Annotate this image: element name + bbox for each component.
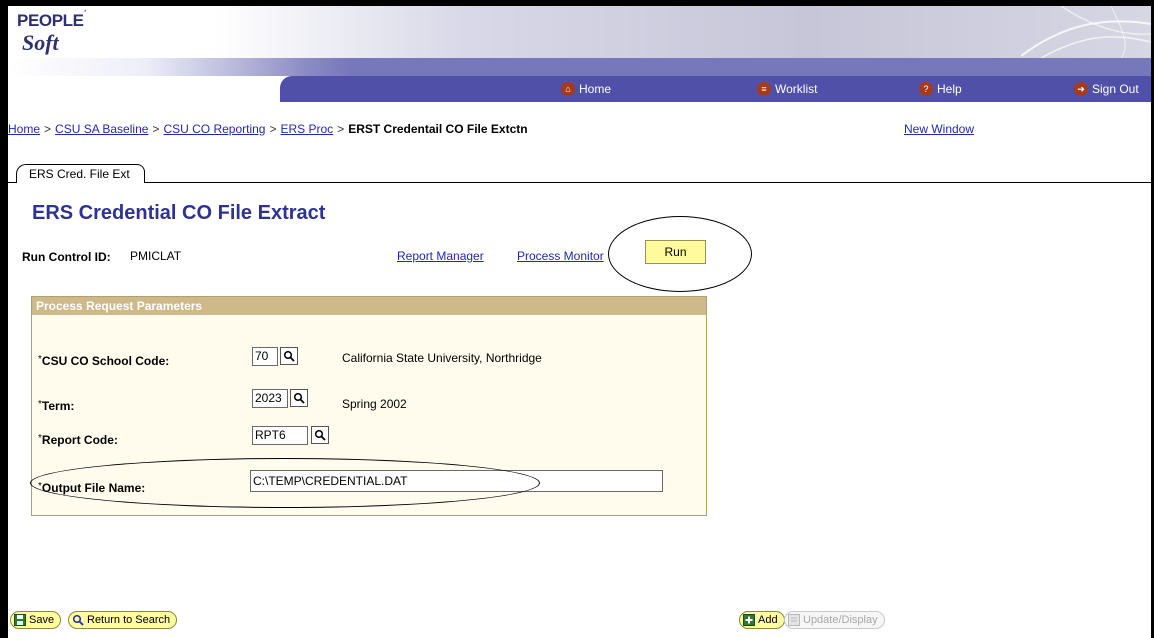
add-icon (743, 614, 755, 626)
run-button[interactable]: Run (645, 240, 706, 264)
run-control-label: Run Control ID: (22, 250, 111, 264)
svg-text:Soft: Soft (22, 30, 60, 55)
tab-divider (8, 182, 1151, 183)
process-monitor-link[interactable]: Process Monitor (517, 249, 604, 263)
term-label: *Term: (38, 399, 74, 413)
add-button[interactable]: Add (739, 611, 785, 629)
breadcrumb-ers-proc[interactable]: ERS Proc (281, 122, 334, 136)
lookup-magnifier-icon (293, 392, 305, 404)
worklist-icon: ≡ (757, 82, 771, 96)
school-code-label: *CSU CO School Code: (38, 354, 169, 368)
lookup-magnifier-icon (314, 429, 326, 441)
tab-ers-cred-file-ext[interactable]: ERS Cred. File Ext (16, 164, 145, 183)
header-gradient-bar (8, 58, 1151, 76)
new-window-link[interactable]: New Window (904, 122, 974, 136)
output-file-name-label-text: Output File Name: (41, 481, 146, 495)
window-frame-left (0, 0, 8, 638)
return-to-search-label: Return to Search (87, 614, 171, 626)
help-icon: ? (919, 82, 933, 96)
breadcrumb-csu-co-reporting[interactable]: CSU CO Reporting (163, 122, 265, 136)
update-display-button[interactable]: Update/Display (784, 611, 885, 629)
school-code-lookup-button[interactable] (280, 347, 298, 365)
report-manager-link[interactable]: Report Manager (397, 249, 484, 263)
breadcrumb-csu-sa-baseline[interactable]: CSU SA Baseline (55, 122, 148, 136)
school-code-input[interactable]: 70 (252, 347, 278, 366)
nav-home-label: Home (579, 82, 612, 96)
nav-sign-out[interactable]: ➜ Sign Out (1074, 80, 1139, 98)
nav-sign-out-label: Sign Out (1092, 82, 1139, 96)
group-header: Process Request Parameters (32, 297, 706, 315)
term-description: Spring 2002 (342, 397, 407, 411)
svg-text:*: * (84, 10, 87, 16)
breadcrumb-current: ERST Credentail CO File Extctn (348, 122, 528, 136)
report-code-label: *Report Code: (38, 433, 118, 447)
nav-worklist[interactable]: ≡ Worklist (757, 80, 817, 98)
school-code-description: California State University, Northridge (342, 351, 542, 365)
return-to-search-button[interactable]: Return to Search (68, 611, 178, 629)
output-file-name-label: *Output File Name: (38, 481, 145, 495)
report-code-label-text: Report Code: (41, 433, 118, 447)
home-icon: ⌂ (561, 82, 575, 96)
lookup-magnifier-icon (283, 350, 295, 362)
output-file-name-input[interactable]: C:\TEMP\CREDENTIAL.DAT (250, 470, 663, 492)
breadcrumb: Home > CSU SA Baseline > CSU CO Reporting > ER… (8, 122, 528, 136)
page-title: ERS Credential CO File Extract (32, 202, 326, 224)
nav-worklist-label: Worklist (775, 82, 818, 96)
save-button-label: Save (29, 614, 55, 626)
breadcrumb-separator: > (44, 122, 52, 136)
save-icon (14, 614, 26, 626)
update-display-icon (788, 614, 800, 626)
run-control-value: PMICLAT (130, 249, 182, 263)
nav-help[interactable]: ? Help (919, 80, 962, 98)
search-icon (72, 614, 84, 626)
add-button-label: Add (758, 614, 778, 626)
peoplesoft-logo: PEOPLE * Soft (14, 4, 134, 74)
report-code-input[interactable]: RPT6 (252, 426, 308, 445)
breadcrumb-separator: > (152, 122, 160, 136)
header-banner (8, 6, 1151, 60)
report-code-lookup-button[interactable] (311, 426, 329, 444)
nav-help-label: Help (937, 82, 962, 96)
nav-bar (280, 76, 1151, 102)
breadcrumb-home[interactable]: Home (8, 122, 40, 136)
term-input[interactable]: 2023 (252, 389, 288, 408)
decorative-swirl-icon (1021, 6, 1151, 58)
nav-home[interactable]: ⌂ Home (561, 80, 611, 98)
term-label-text: Term: (41, 399, 75, 413)
sign-out-icon: ➜ (1074, 82, 1088, 96)
school-code-label-text: CSU CO School Code: (41, 354, 170, 368)
svg-text:PEOPLE: PEOPLE (17, 11, 84, 30)
breadcrumb-separator: > (269, 122, 277, 136)
update-display-label: Update/Display (803, 614, 878, 626)
breadcrumb-separator: > (337, 122, 345, 136)
term-lookup-button[interactable] (290, 389, 308, 407)
save-button[interactable]: Save (10, 611, 62, 629)
